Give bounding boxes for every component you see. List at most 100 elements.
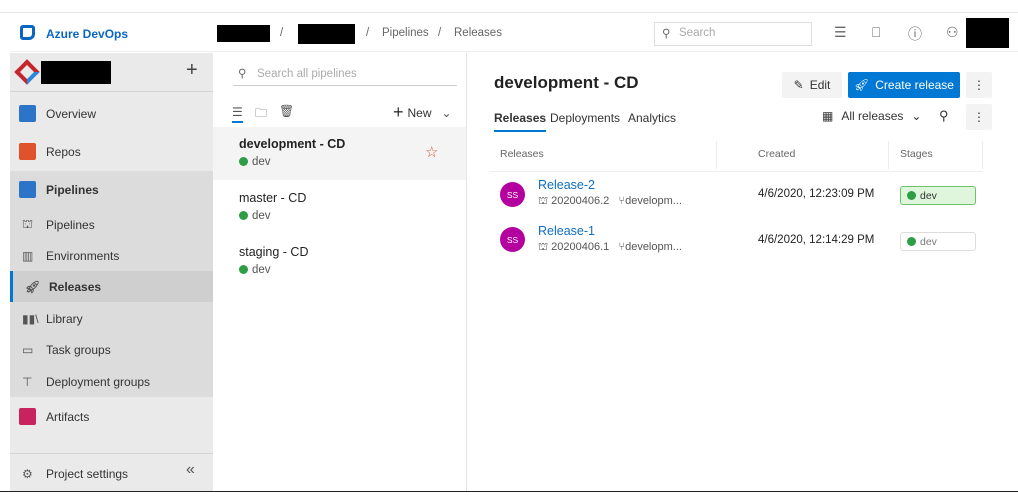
pipelines-search-input[interactable]: ⚲ Search all pipelines [233,64,457,86]
environments-icon: ▥ [22,248,34,263]
bottom-border [0,491,1018,492]
project-settings[interactable]: ⚙ Project settings [10,458,213,489]
azure-devops-logo-icon[interactable] [20,25,35,40]
more-options-button[interactable]: ⋮ [966,72,992,98]
label: Create release [875,78,954,92]
divider [10,453,213,454]
gear-icon: ⚙ [22,466,33,481]
sidebar-subitem-deployment-groups[interactable]: ⊤ Deployment groups [10,366,213,397]
label: Edit [809,78,831,92]
label: Pipelines [46,217,95,232]
tab-analytics[interactable]: Analytics [628,111,676,125]
sidebar-subitem-pipelines[interactable]: ⛫ Pipelines [10,209,213,240]
label: Deployment groups [46,374,151,389]
create-release-button[interactable]: 🚀︎ Create release [848,72,960,98]
pipeline-name: master - CD [239,191,307,205]
user-settings-icon[interactable]: ⚇ [946,24,959,41]
pencil-icon: ✎ [793,78,804,92]
overview-icon [19,105,36,122]
label: Overview [46,106,97,121]
tab-releases[interactable]: Releases [494,111,547,132]
more-icon: ⋮ [973,110,985,124]
build-number: 20200406.2 [551,195,610,207]
label: Environments [46,248,120,263]
sidebar-subitem-environments[interactable]: ▥ Environments [10,240,213,271]
new-button[interactable]: + New ⌄ [393,102,452,123]
placeholder: Search all pipelines [257,68,357,80]
browser-strip [0,0,1018,13]
success-icon [907,237,916,246]
deployment-groups-icon: ⊤ [22,374,33,389]
top-header: Azure DevOps / / Pipelines / Releases ⚲ … [10,14,1018,52]
sidebar: + Overview Repos Pipelines ⛫ Pipelines ▥ E… [10,53,213,491]
pipeline-item[interactable]: master - CD dev [213,181,466,234]
created-date: 4/6/2020, 12:23:09 PM [758,188,875,200]
divider [10,91,213,92]
redacted-avatar [966,18,1009,48]
crumb-sep: / [366,27,370,39]
pipelines-sub-icon: ⛫ [22,216,34,231]
redacted-project-name [41,61,111,84]
sidebar-item-overview[interactable]: Overview [10,98,213,129]
stage-badge[interactable]: dev [900,186,976,205]
pipeline-item[interactable]: development - CD dev ☆ [213,127,466,180]
table-row[interactable]: SS Release-1 ⛫ 20200406.1 ⑂developm... 4… [468,221,1008,266]
column-header-releases: Releases [500,148,544,160]
release-link[interactable]: Release-1 [538,224,595,238]
search-icon: ⚲ [662,28,671,40]
trash-icon[interactable]: 🗑 [279,104,294,118]
list-icon[interactable]: ☰ [834,24,847,41]
more-options-button[interactable]: ⋮ [966,104,992,130]
branch: developm... [625,241,682,253]
sidebar-subitem-releases[interactable]: 🚀︎ Releases [10,271,213,302]
add-icon[interactable]: + [186,59,198,82]
pipelines-icon [19,181,36,198]
sidebar-subitem-library[interactable]: ▮▮\ Library [10,303,213,334]
view-filter-dropdown[interactable]: ▦ All releases ⌄ [822,109,921,123]
created-date: 4/6/2020, 12:14:29 PM [758,234,875,246]
tab-deployments[interactable]: Deployments [550,111,620,125]
folder-icon[interactable]: 🗀 [255,104,267,125]
column-header-created: Created [758,148,796,160]
column-header-stages: Stages [900,148,933,160]
list-view-icon[interactable]: ☰ [232,105,243,123]
shopping-bag-icon[interactable]: ⎕ [872,24,880,41]
col-divider [888,141,889,169]
stage-badge[interactable]: dev [900,232,976,251]
avatar: SS [500,182,525,207]
help-icon[interactable]: ⓘ [908,24,922,44]
redacted-project [298,24,355,44]
release-link[interactable]: Release-2 [538,178,595,192]
new-label: New [407,105,432,120]
collapse-icon[interactable]: « [186,461,195,479]
sidebar-subitem-task-groups[interactable]: ▭ Task groups [10,334,213,365]
build-icon: ⛫ [538,241,552,253]
main-content: development - CD ✎ Edit 🚀︎ Create release … [468,53,1018,491]
search-input[interactable]: ⚲ Search [654,22,812,46]
sidebar-item-artifacts[interactable]: Artifacts [10,401,213,432]
rocket-icon: 🚀︎ [25,279,41,294]
pipeline-item[interactable]: staging - CD dev [213,235,466,288]
project-logo-icon [14,59,40,85]
chevron-down-icon: ⌄ [911,109,922,123]
success-icon [239,211,248,220]
search-icon: ⚲ [238,68,247,80]
library-icon: ▮▮\ [22,311,39,326]
brand-name[interactable]: Azure DevOps [46,27,128,41]
label: Artifacts [46,409,90,424]
label: Releases [49,279,102,294]
divider [490,171,982,172]
repos-icon [19,143,36,160]
edit-button[interactable]: ✎ Edit [782,72,842,98]
pipeline-name: staging - CD [239,245,309,259]
table-row[interactable]: SS Release-2 ⛫ 20200406.2 ⑂developm... 4… [468,175,1008,220]
filter-icon[interactable]: ⚲ [939,108,949,124]
sidebar-item-pipelines[interactable]: Pipelines [10,174,213,205]
redacted-org [217,25,270,42]
breadcrumb-pipelines[interactable]: Pipelines [382,27,429,39]
stage: dev [252,156,271,168]
sidebar-item-repos[interactable]: Repos [10,136,213,167]
breadcrumb-releases[interactable]: Releases [454,27,502,39]
star-icon[interactable]: ☆ [425,143,438,161]
branch: developm... [625,195,682,207]
